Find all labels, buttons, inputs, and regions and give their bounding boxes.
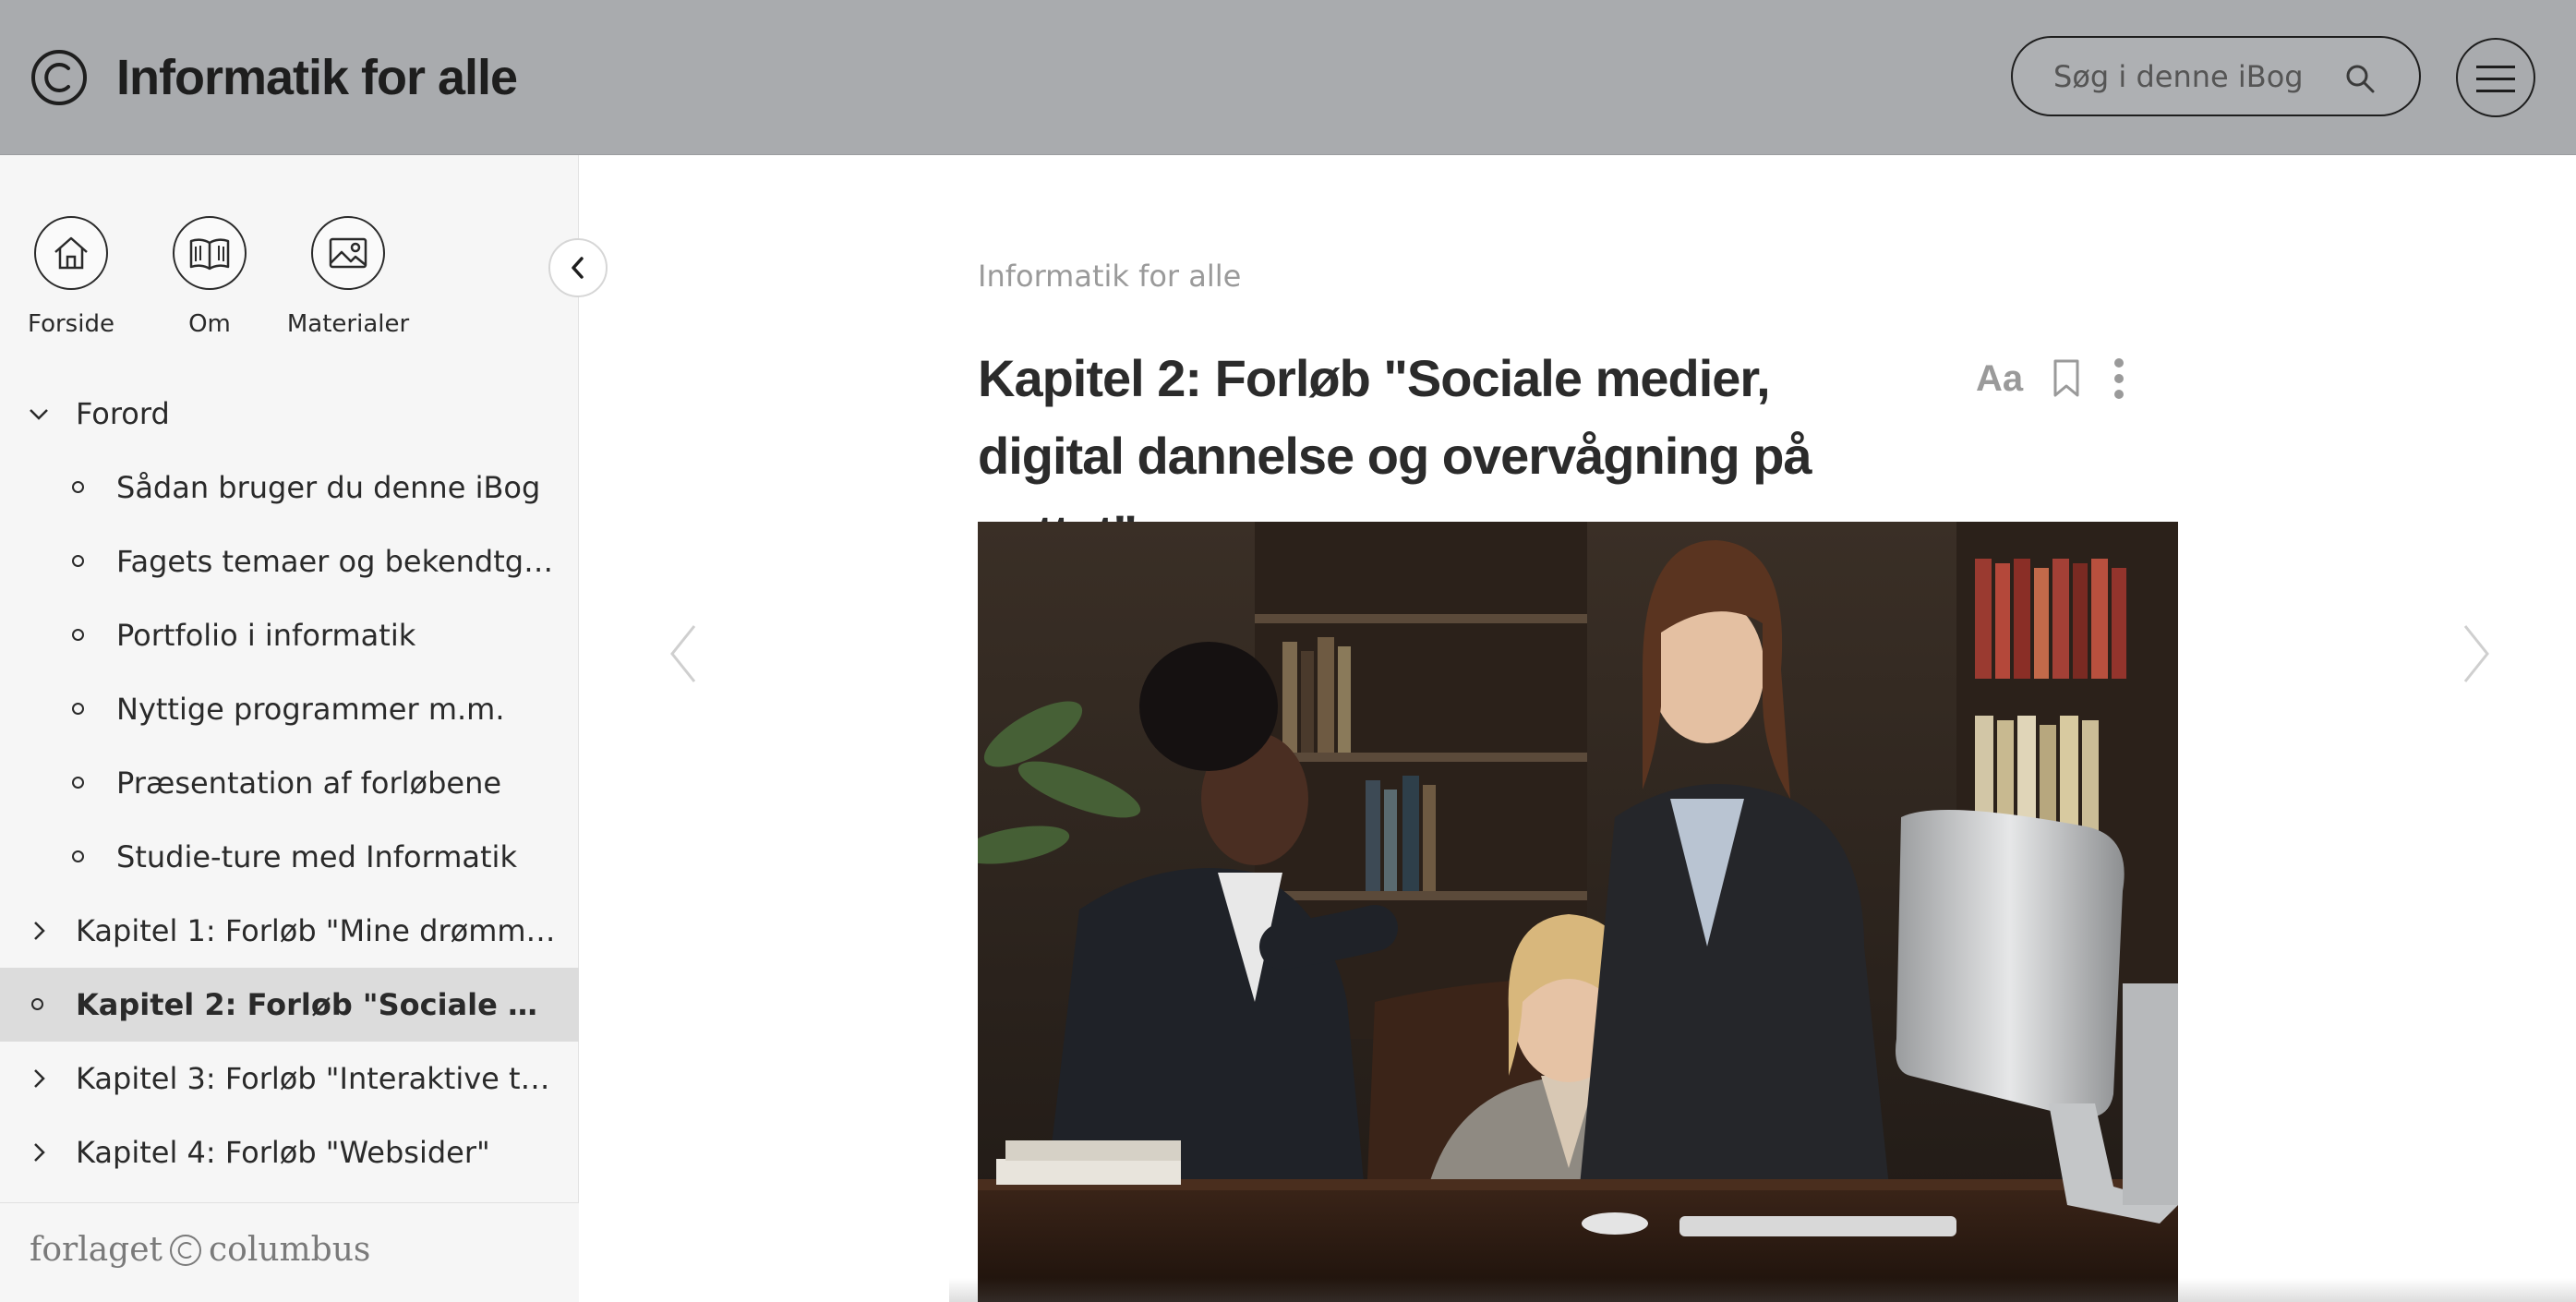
nav-om-label: Om (188, 310, 231, 338)
chevron-down-icon[interactable] (28, 403, 50, 425)
publisher-name-right: columbus (209, 1231, 371, 1269)
menu-button[interactable] (2456, 38, 2535, 117)
chevron-right-icon[interactable] (28, 920, 50, 942)
chevron-left-icon[interactable] (665, 617, 702, 691)
toc-label: Kapitel 2: Forløb "Sociale medier,... (76, 987, 556, 1022)
bullet-icon (72, 481, 84, 493)
search-box[interactable] (2011, 36, 2421, 116)
toc-item[interactable]: Fagets temaer og bekendtgørelse (0, 524, 579, 598)
font-size-button[interactable]: Aa (1976, 358, 2023, 400)
toc-label: Portfolio i informatik (116, 618, 416, 653)
toc-label: Kapitel 1: Forløb "Mine drømmes r... (76, 913, 556, 948)
chevron-right-icon[interactable] (28, 1067, 50, 1090)
toc-label: Kapitel 4: Forløb "Websider" (76, 1135, 490, 1170)
publisher-logo[interactable]: forlaget columbus (30, 1231, 370, 1269)
book-icon (189, 238, 230, 271)
copyright-circle-icon[interactable] (30, 48, 89, 107)
toc-label: Præsentation af forløbene (116, 766, 502, 801)
app-title[interactable]: Informatik for alle (116, 42, 518, 113)
nav-materialer-label: Materialer (286, 310, 410, 338)
hero-image (978, 522, 2178, 1302)
bookmark-icon[interactable] (2051, 358, 2082, 399)
bullet-icon (72, 777, 84, 789)
toc-item[interactable]: Præsentation af forløbene (0, 746, 579, 820)
sidebar: Forside Om Materialer Forord Sådan bruge… (0, 155, 608, 1302)
toc-item-kapitel-2-active[interactable]: Kapitel 2: Forløb "Sociale medier,... (0, 968, 579, 1042)
copyright-circle-icon (170, 1234, 201, 1266)
bullet-icon (72, 629, 84, 641)
more-vertical-icon[interactable] (2110, 356, 2128, 401)
toc-item-kapitel-3[interactable]: Kapitel 3: Forløb "Interaktive test" (0, 1042, 579, 1115)
toc-item[interactable]: Nyttige programmer m.m. (0, 672, 579, 746)
hamburger-icon (2476, 66, 2515, 68)
table-of-contents: Forord Sådan bruger du denne iBog Fagets… (0, 377, 579, 1189)
photo-office-scene (978, 522, 2178, 1302)
nav-om[interactable]: Om (145, 216, 274, 338)
nav-forside-label: Forside (28, 310, 114, 338)
search-input[interactable] (2053, 54, 2330, 99)
main-content: Informatik for alle Kapitel 2: Forløb "S… (580, 155, 2576, 1302)
chevron-right-icon[interactable] (2458, 617, 2495, 691)
bullet-icon (72, 555, 84, 567)
toc-item[interactable]: Studie-ture med Informatik (0, 820, 579, 894)
chevron-left-icon (572, 257, 584, 279)
toc-label: Nyttige programmer m.m. (116, 692, 505, 727)
toc-item[interactable]: Sådan bruger du denne iBog (0, 451, 579, 524)
collapse-sidebar-button[interactable] (548, 238, 608, 297)
toc-label: Sådan bruger du denne iBog (116, 470, 541, 505)
toc-label: Kapitel 3: Forløb "Interaktive test" (76, 1061, 556, 1096)
bullet-icon (72, 850, 84, 862)
chevron-right-icon[interactable] (28, 1141, 50, 1163)
toc-item-kapitel-1[interactable]: Kapitel 1: Forløb "Mine drømmes r... (0, 894, 579, 968)
publisher-name-left: forlaget (30, 1231, 163, 1269)
bullet-icon (72, 703, 84, 715)
toc-label: Studie-ture med Informatik (116, 839, 517, 874)
nav-materialer[interactable]: Materialer (283, 216, 413, 338)
home-icon (54, 236, 88, 270)
toc-item-forord[interactable]: Forord (0, 377, 579, 451)
breadcrumb[interactable]: Informatik for alle (978, 259, 1241, 294)
image-icon (329, 237, 367, 269)
toc-label: Fagets temaer og bekendtgørelse (116, 544, 569, 579)
sidebar-footer: forlaget columbus (0, 1202, 579, 1302)
toc-item-kapitel-4[interactable]: Kapitel 4: Forløb "Websider" (0, 1115, 579, 1189)
article-tools: Aa (1976, 351, 2128, 406)
toc-label: Forord (76, 396, 170, 431)
quick-nav: Forside Om Materialer (0, 216, 579, 345)
bullet-icon (31, 998, 43, 1010)
top-header: Informatik for alle (0, 0, 2576, 155)
toc-item[interactable]: Portfolio i informatik (0, 598, 579, 672)
search-icon[interactable] (2343, 62, 2377, 95)
nav-forside[interactable]: Forside (6, 216, 136, 338)
